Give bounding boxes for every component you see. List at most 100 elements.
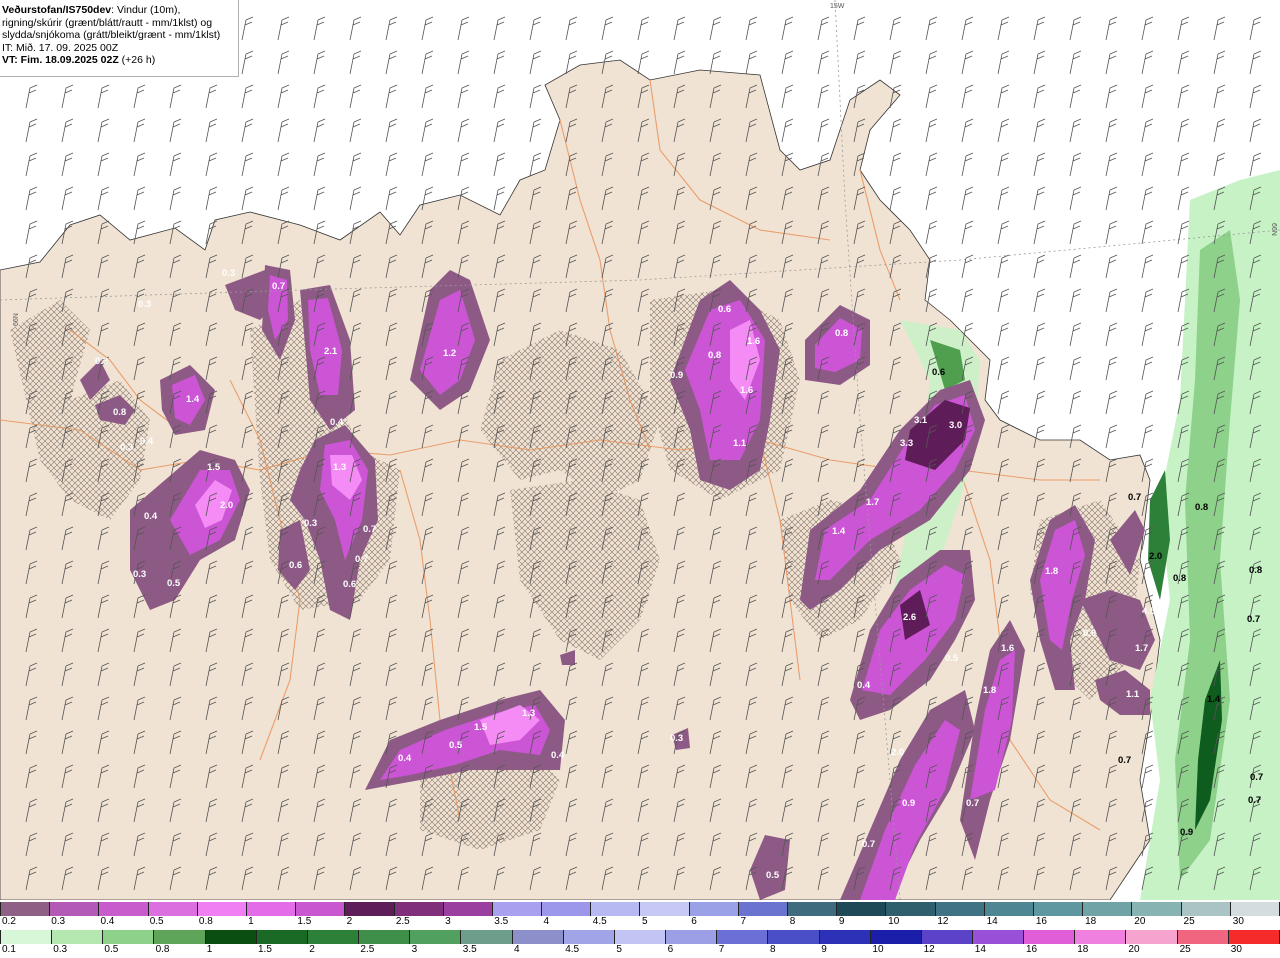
snow-swatch: [935, 902, 985, 916]
snow-swatch: [984, 902, 1034, 916]
snow-tick-label: 3.5: [494, 916, 509, 927]
rain-tick-label: 4.5: [565, 944, 580, 955]
rain-tick-label: 10: [872, 944, 884, 955]
rain-tick-label: 0.5: [104, 944, 119, 955]
precip-value-label: 1.1: [733, 438, 747, 449]
precip-value-label: 0.4: [551, 750, 565, 761]
rain-colorbar: [0, 930, 1280, 944]
legend-area: 0.2 0.3 0.4 0.5 0.8 1 1.5 2 2.5 3 3.5 4 4.5 5 6 7 8 9 10 12…: [0, 900, 1280, 958]
rain-swatch: [1177, 930, 1229, 944]
snow-tick-label: 4: [543, 916, 550, 927]
precip-value-label: 0.5: [167, 578, 181, 589]
precip-value-label: 0.7: [1247, 614, 1260, 625]
snow-tick-label: 0.2: [2, 916, 16, 927]
precip-value-label: 0.9: [902, 798, 915, 809]
rain-tick-label: 1.5: [258, 944, 272, 955]
rain-tick-label: 12: [923, 944, 935, 955]
rain-swatch: [359, 930, 411, 944]
snow-swatch: [886, 902, 936, 916]
precip-value-label: 0.5: [945, 653, 959, 664]
rain-tick-label: 25: [1179, 944, 1191, 955]
precip-value-label: 1.4: [832, 526, 846, 537]
snow-tick-label: 25: [1183, 916, 1195, 927]
rain-swatch: [307, 930, 360, 944]
snow-swatch: [1230, 902, 1280, 916]
grid-label-right: 66N: [1270, 223, 1277, 236]
snow-tick-label: 18: [1085, 916, 1097, 927]
snow-swatch: [50, 902, 100, 916]
valid-time: VT: Fim. 18.09.2025 02Z: [2, 54, 119, 66]
snow-swatch: [640, 902, 690, 916]
snow-tick-label: 0.5: [149, 916, 164, 927]
precip-value-label: 0.9: [1083, 628, 1096, 639]
rain-tick-label: 9: [821, 944, 827, 955]
rain-swatch: [563, 930, 615, 944]
rain-tick-label: 18: [1077, 944, 1089, 955]
title-line3: slydda/snjókoma (grátt/bleikt/grænt - mm…: [2, 29, 221, 41]
precip-value-label: 1.3: [333, 462, 346, 473]
precip-value-label: 0.4: [398, 753, 412, 764]
snow-tick-label: 0.4: [100, 916, 115, 927]
rain-swatch: [52, 930, 104, 944]
precip-value-label: 0.7: [1250, 772, 1263, 783]
snow-tick-label: 8: [789, 916, 796, 927]
precip-value-label: 0.7: [355, 554, 368, 565]
snow-colorbar: [0, 902, 1280, 916]
precip-value-label: 0.9: [670, 370, 683, 381]
precip-value-label: 2.1: [324, 346, 338, 357]
precip-value-label: 1.8: [1045, 566, 1058, 577]
snow-swatch: [443, 902, 493, 916]
snow-tick-label: 1.5: [297, 916, 312, 927]
snow-tick-label: 0.8: [198, 916, 213, 927]
snow-tick-label: 2: [346, 916, 353, 927]
snow-tick-label: 0.3: [51, 916, 66, 927]
rain-swatch: [1126, 930, 1178, 944]
precip-value-label: 0.6: [343, 579, 356, 590]
snow-tick-label: 6: [691, 916, 697, 927]
snow-colorbar-labels: 0.2 0.3 0.4 0.5 0.8 1 1.5 2 2.5 3 3.5 4 4.5 5 6 7 8 9 10 12…: [0, 916, 1280, 930]
weather-map-view: 15W 66N 66N 0.3 0.7 0.3 2.1 1.2 0.6 1.6 0.8 0.8 0…: [0, 0, 1280, 958]
rain-swatch: [614, 930, 667, 944]
rain-swatch: [103, 930, 155, 944]
rain-tick-label: 0.8: [155, 944, 170, 955]
snow-swatch: [246, 902, 297, 916]
rain-swatch: [0, 930, 53, 944]
precipitation-map[interactable]: 15W 66N 66N 0.3 0.7 0.3 2.1 1.2 0.6 1.6 0.8 0.8 0…: [0, 0, 1280, 900]
precip-value-label: 1.6: [747, 336, 760, 347]
snow-swatch: [1181, 902, 1231, 916]
rain-swatch: [972, 930, 1025, 944]
snow-tick-label: 20: [1134, 916, 1146, 927]
precip-value-label: 1.6: [1001, 643, 1014, 654]
title-line2: rigning/skúrir (grænt/blátt/rautt - mm/1…: [2, 16, 213, 29]
precip-value-label: 0.5: [766, 870, 780, 881]
rain-tick-label: 5: [616, 944, 622, 955]
precip-value-label: 0.7: [1128, 492, 1141, 503]
rain-swatch: [205, 930, 257, 944]
precip-value-label: 1.3: [522, 708, 535, 719]
rain-colorbar-labels: 0.1 0.3 0.5 0.8 1 1.5 2 2.5 3 3.5 4 4.5 5 6 7 8 9 10 12 14 1…: [0, 944, 1280, 958]
precip-value-label: 2.6: [903, 612, 916, 623]
precip-value-label: 1.7: [1135, 643, 1148, 654]
rain-tick-label: 2: [309, 944, 315, 955]
rain-swatch: [1075, 930, 1127, 944]
snow-tick-label: 14: [986, 916, 998, 927]
rain-swatch: [768, 930, 820, 944]
rain-tick-label: 8: [770, 944, 776, 955]
snow-swatch: [492, 902, 543, 916]
rain-tick-label: 6: [667, 944, 674, 955]
precip-value-label: 2.0: [220, 500, 233, 511]
precip-value-label: 2.0: [891, 747, 904, 758]
rain-tick-label: 1: [206, 944, 213, 955]
precip-value-label: 0.3: [222, 268, 235, 279]
precip-value-label: 1.5: [474, 722, 488, 733]
snow-tick-label: 10: [888, 916, 900, 927]
snow-swatch: [542, 902, 592, 916]
rain-tick-label: 16: [1026, 944, 1038, 955]
precip-value-label: 3.0: [949, 420, 962, 431]
rain-swatch: [717, 930, 769, 944]
precip-value-label: 1.5: [207, 462, 221, 473]
precip-value-label: 0.6: [289, 560, 302, 571]
precip-value-label: 0.8: [1173, 573, 1186, 584]
rain-swatch: [921, 930, 973, 944]
snow-swatch: [591, 902, 641, 916]
